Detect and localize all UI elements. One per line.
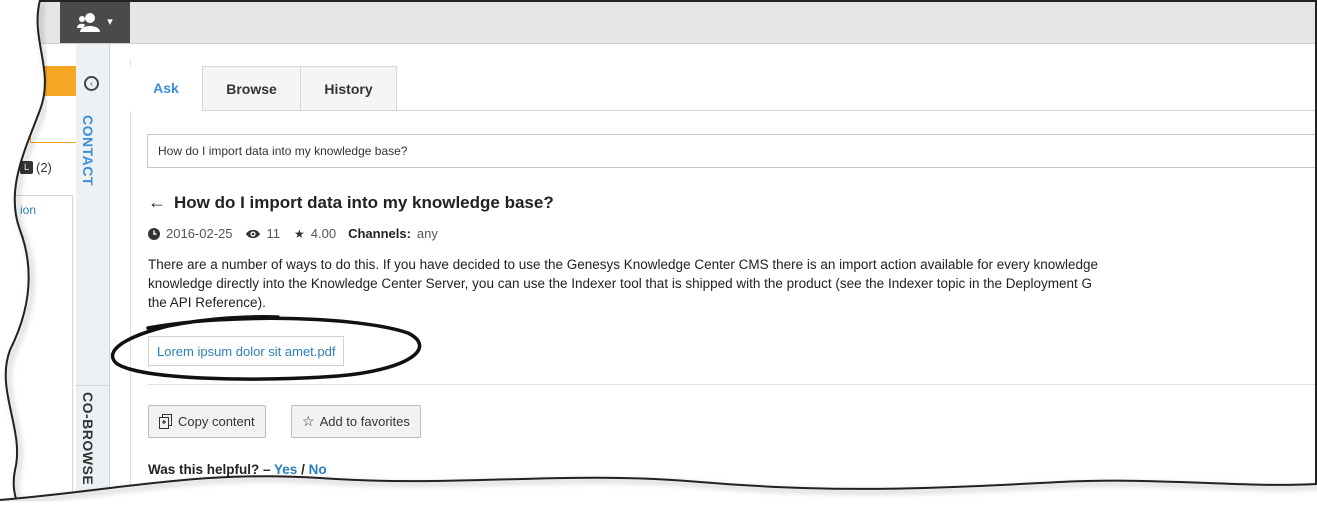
left-list-panel	[0, 195, 73, 517]
back-arrow-icon[interactable]: ←	[148, 192, 166, 213]
search-input[interactable]: How do I import data into my knowledge b…	[147, 134, 1317, 168]
article-date: 2016-02-25	[166, 226, 233, 241]
screenshot-frame: ▾ L (2) ion ‹ CONTACT CO-BROWSE Ask Brow…	[0, 0, 1317, 526]
highlight-ellipse	[110, 315, 422, 381]
channels-label: Channels:	[348, 226, 411, 241]
rail-tab-cobrowse[interactable]: CO-BROWSE	[80, 392, 96, 485]
rail-tab-contact[interactable]: CONTACT	[80, 115, 96, 186]
eye-icon	[245, 229, 260, 238]
copy-icon	[159, 414, 172, 429]
rail-divider	[76, 385, 109, 386]
agent-status-icon	[77, 12, 101, 32]
clock-icon	[148, 227, 160, 240]
tab-browse[interactable]: Browse	[202, 66, 301, 110]
star-outline-icon: ☆	[302, 413, 315, 429]
copy-content-label: Copy content	[178, 414, 255, 429]
star-icon: ★	[294, 226, 305, 241]
article-title-row: ← How do I import data into my knowledge…	[148, 192, 554, 213]
interaction-count-badge[interactable]: L (2)	[20, 160, 52, 175]
agent-status-button[interactable]: ▾	[60, 0, 130, 43]
helpful-feedback: Was this helpful? – Yes / No	[148, 462, 327, 477]
article-views: 11	[266, 226, 281, 241]
article-body-line: There are a number of ways to do this. I…	[148, 257, 1099, 272]
article-body: There are a number of ways to do this. I…	[148, 255, 1313, 312]
copy-content-button[interactable]: Copy content	[148, 405, 266, 438]
action-separator	[148, 384, 1317, 385]
chevron-left-circle-icon[interactable]: ‹	[84, 76, 99, 91]
article-meta: 2016-02-25 11 ★ 4.00 Channels: any	[148, 226, 438, 241]
active-interaction-card	[30, 96, 78, 143]
top-toolbar	[0, 0, 1317, 44]
badge-count: (2)	[36, 160, 52, 175]
active-interaction-tab[interactable]	[40, 66, 76, 96]
channels-value: any	[416, 226, 438, 241]
add-to-favorites-button[interactable]: ☆ Add to favorites	[291, 405, 421, 438]
knowledge-tabs: Ask Browse History	[130, 66, 1317, 111]
chevron-down-icon: ▾	[107, 16, 113, 28]
helpful-yes-link[interactable]: Yes	[274, 462, 297, 477]
article-title: How do I import data into my knowledge b…	[174, 192, 554, 212]
tab-ask[interactable]: Ask	[130, 66, 202, 111]
tab-history[interactable]: History	[300, 66, 397, 110]
helpful-question: Was this helpful? –	[148, 462, 271, 477]
left-list-link[interactable]: ion	[20, 203, 36, 217]
article-body-line: knowledge directly into the Knowledge Ce…	[148, 276, 1093, 291]
helpful-no-link[interactable]: No	[309, 462, 327, 477]
add-to-favorites-label: Add to favorites	[319, 414, 410, 429]
helpful-separator: /	[297, 462, 309, 477]
badge-icon: L	[20, 161, 33, 174]
article-rating: 4.00	[310, 226, 337, 241]
